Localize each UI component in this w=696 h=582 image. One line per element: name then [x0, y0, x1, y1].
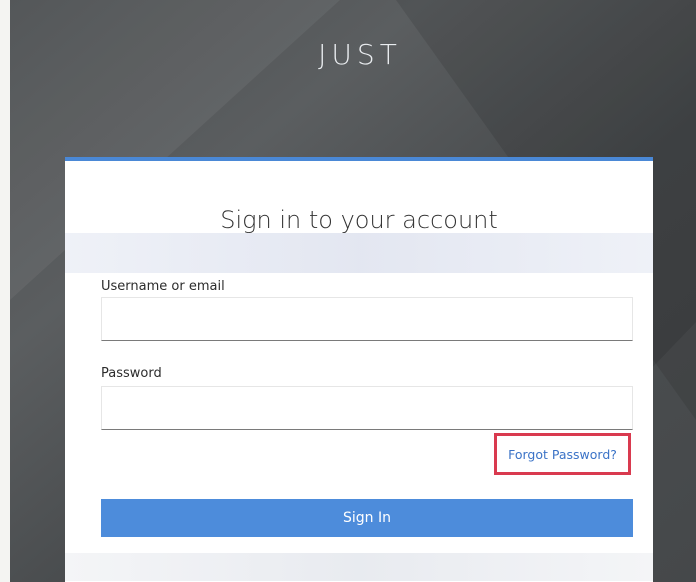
password-label: Password	[101, 366, 162, 381]
brand-title: JUST	[318, 38, 402, 71]
forgot-password-link[interactable]: Forgot Password?	[508, 447, 617, 462]
sign-in-button[interactable]: Sign In	[101, 499, 633, 537]
bleed-through-band	[65, 233, 653, 273]
forgot-password-highlight: Forgot Password?	[494, 433, 631, 475]
login-card: Sign in to your account Username or emai…	[65, 157, 653, 582]
bleed-through-band	[65, 553, 653, 581]
username-input[interactable]	[101, 297, 633, 341]
username-label: Username or email	[101, 279, 225, 294]
password-input[interactable]	[101, 386, 633, 430]
page-title: Sign in to your account	[220, 206, 498, 234]
